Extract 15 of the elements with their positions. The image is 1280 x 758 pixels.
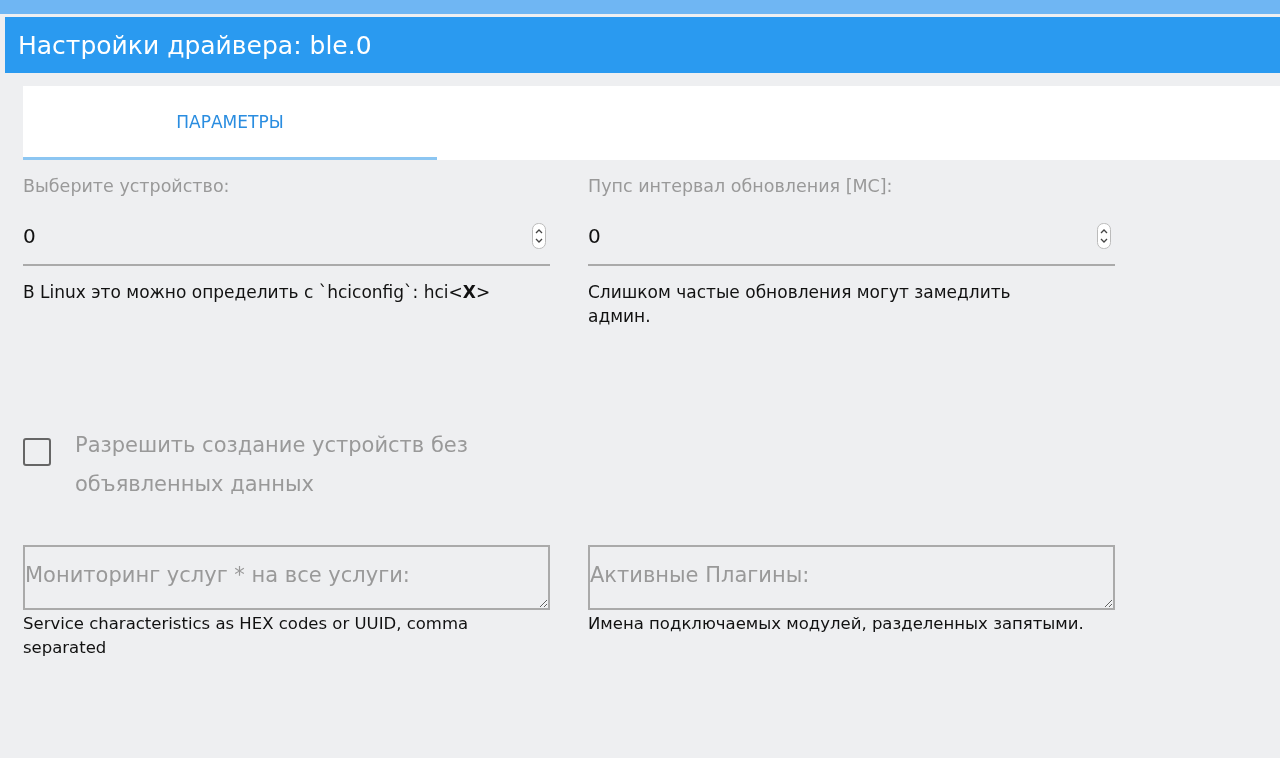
text-area[interactable]: Активные Плагины: [588, 545, 1115, 610]
text-area[interactable]: Мониторинг услуг * на все услуги: [23, 545, 550, 610]
spinner-icon[interactable] [532, 223, 546, 249]
checkbox-label: Разрешить создание устройств без объявленных данных [75, 432, 469, 498]
number-field[interactable]: 0 [588, 224, 1097, 248]
help-text: Service characteristics as HEX codes or UUID, comma separated [23, 613, 470, 659]
number-field[interactable]: 0 [23, 224, 532, 248]
help-text: Слишком частые обновления могут замедлить админ. [588, 281, 1012, 328]
checkbox[interactable] [23, 438, 51, 466]
help-text: В Linux это можно определить с `hciconfig`: hci<X> [23, 281, 492, 304]
field-label: Выберите устройство: [23, 176, 231, 198]
help-text: Имена подключаемых модулей, разделенных запятыми. [588, 613, 1085, 635]
field-label: Пупс интервал обновления [МС]: [588, 176, 894, 198]
window-title: Настройки драйвера: ble.0 [18, 30, 372, 60]
spinner-icon[interactable] [1097, 223, 1111, 249]
